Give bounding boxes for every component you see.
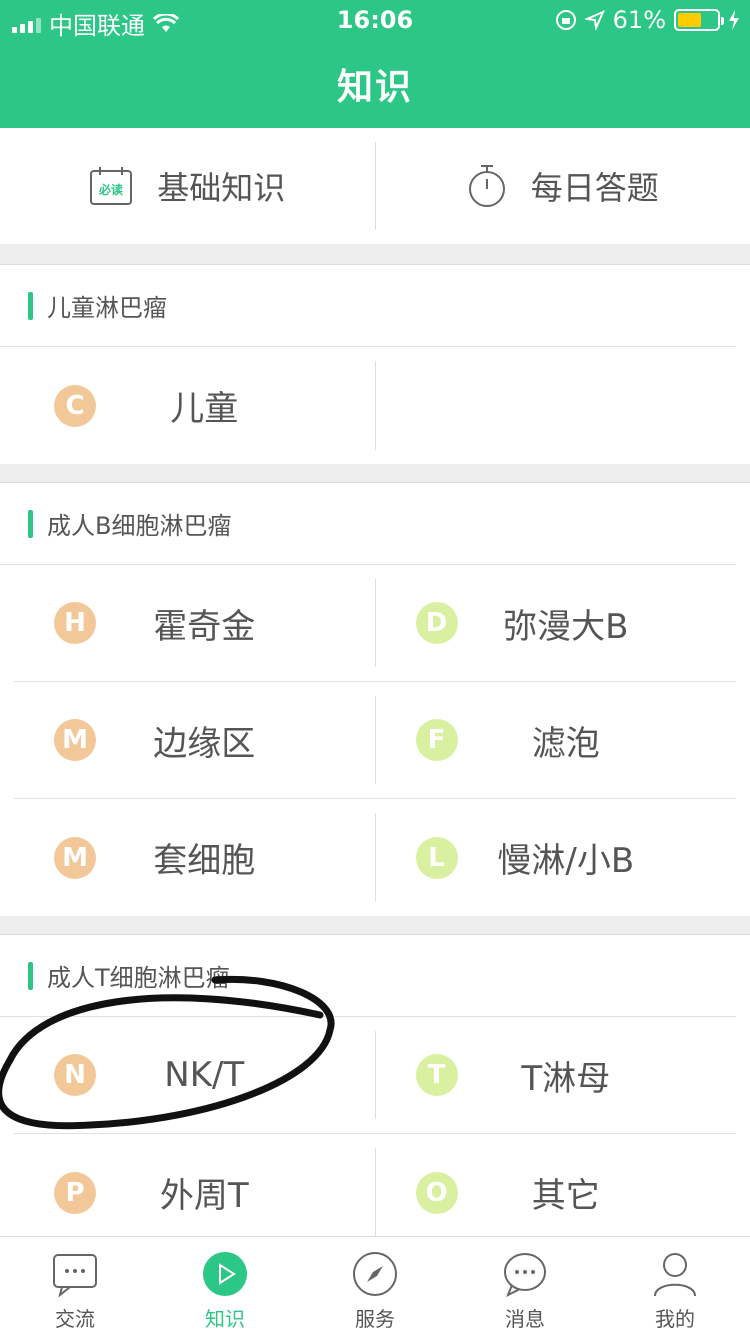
letter-p-icon: P: [54, 1171, 96, 1214]
item-follicular[interactable]: F 滤泡: [374, 696, 737, 784]
charging-icon: [729, 10, 739, 30]
battery-icon: [674, 9, 724, 31]
tab-label: 交流: [55, 1307, 95, 1331]
tab-knowledge[interactable]: 知识: [150, 1237, 300, 1334]
daily-quiz-button[interactable]: 每日答题: [376, 128, 750, 244]
section-title: 成人B细胞淋巴瘤: [47, 512, 232, 540]
play-icon: [203, 1252, 247, 1296]
tab-messages[interactable]: 消息: [450, 1237, 600, 1334]
letter-m-icon: M: [54, 836, 96, 879]
calendar-icon: 必读: [90, 167, 133, 205]
stopwatch-icon: [468, 165, 505, 207]
compass-icon: [353, 1252, 397, 1296]
page-title: 知识: [336, 67, 413, 108]
empty-cell: [374, 361, 737, 450]
section-title: 儿童淋巴瘤: [47, 294, 167, 322]
item-child[interactable]: C 儿童: [14, 347, 375, 464]
top-shortcuts: 必读 基础知识 每日答题: [0, 128, 750, 244]
item-nk-t[interactable]: N NK/T: [14, 1017, 375, 1133]
item-mantle-cell[interactable]: M 套细胞: [14, 799, 375, 916]
tab-chat[interactable]: 交流: [0, 1237, 150, 1334]
letter-c-icon: C: [54, 384, 96, 427]
letter-f-icon: F: [415, 719, 458, 761]
section-adult-b-lymphoma: 成人B细胞淋巴瘤 H 霍奇金 D 弥漫大B M 边缘区 F 滤泡 M 套细胞 L…: [0, 482, 750, 916]
header: 中国联通 16:06 61% 知识: [0, 0, 750, 128]
section-adult-t-lymphoma: 成人T细胞淋巴瘤 N NK/T T T淋母 P 外周T O 其它: [0, 934, 750, 1251]
letter-d-icon: D: [415, 602, 458, 644]
item-cll-sll[interactable]: L 慢淋/小B: [374, 813, 737, 902]
basic-knowledge-label: 基础知识: [157, 169, 286, 207]
battery-percent: 61%: [612, 6, 666, 34]
tab-label: 我的: [655, 1307, 695, 1331]
location-icon: [584, 10, 605, 30]
letter-m-icon: M: [54, 719, 96, 761]
daily-quiz-label: 每日答题: [530, 169, 659, 207]
item-t-lbl[interactable]: T T淋母: [374, 1031, 737, 1119]
message-icon: [504, 1253, 546, 1297]
basic-knowledge-button[interactable]: 必读 基础知识: [0, 128, 375, 244]
tab-label: 服务: [355, 1307, 395, 1331]
tab-bar: 交流 知识 服务 消息 我的: [0, 1236, 750, 1334]
item-hodgkin[interactable]: H 霍奇金: [14, 565, 375, 681]
badge-text: 必读: [98, 182, 123, 197]
letter-t-icon: T: [415, 1054, 458, 1096]
tab-me[interactable]: 我的: [600, 1237, 750, 1334]
tab-service[interactable]: 服务: [300, 1237, 450, 1334]
letter-h-icon: H: [54, 602, 96, 644]
user-icon: [654, 1253, 696, 1297]
letter-l-icon: L: [415, 836, 458, 879]
rotation-lock-icon: [555, 10, 576, 30]
item-dlbcl[interactable]: D 弥漫大B: [374, 579, 737, 667]
tab-label: 消息: [505, 1307, 545, 1331]
chat-icon: [53, 1254, 97, 1297]
item-marginal-zone[interactable]: M 边缘区: [14, 682, 375, 798]
item-other[interactable]: O 其它: [374, 1148, 737, 1237]
letter-o-icon: O: [415, 1171, 458, 1214]
item-peripheral-t[interactable]: P 外周T: [14, 1134, 375, 1251]
section-title: 成人T细胞淋巴瘤: [47, 964, 230, 992]
section-child-lymphoma: 儿童淋巴瘤 C 儿童: [0, 264, 750, 464]
status-bar: 中国联通 16:06 61%: [0, 0, 750, 40]
letter-n-icon: N: [54, 1054, 96, 1096]
tab-label: 知识: [205, 1307, 245, 1331]
